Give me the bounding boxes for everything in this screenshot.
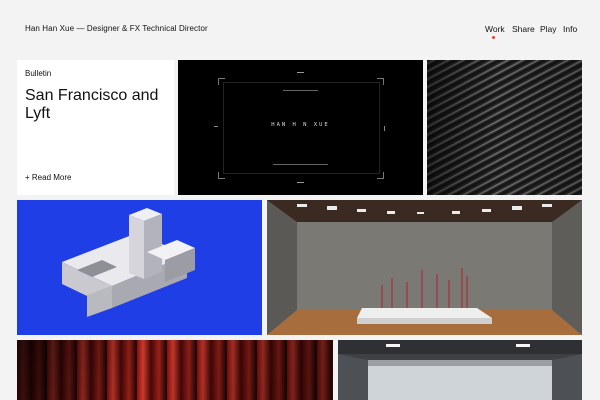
gallery-installation-image[interactable] bbox=[267, 200, 582, 335]
nav-play[interactable]: Play bbox=[540, 24, 557, 34]
tick-mark bbox=[384, 126, 385, 131]
tick-mark bbox=[214, 126, 218, 127]
room-view bbox=[338, 340, 582, 400]
tick-mark bbox=[297, 182, 304, 183]
nav-info[interactable]: Info bbox=[563, 24, 577, 34]
corner-mark bbox=[218, 78, 225, 85]
read-more-link[interactable]: + Read More bbox=[25, 173, 71, 182]
wave-stripes-image[interactable] bbox=[427, 60, 582, 195]
tick-mark bbox=[273, 164, 328, 165]
letters-sculpture bbox=[62, 208, 195, 317]
corner-mark bbox=[377, 172, 384, 179]
architecture-room-image[interactable] bbox=[338, 340, 582, 400]
dark-title-card[interactable]: HAN H N XUE bbox=[178, 60, 423, 195]
tick-mark bbox=[283, 90, 318, 91]
nav-share[interactable]: Share bbox=[512, 24, 535, 34]
bulletin-title[interactable]: San Francisco and Lyft bbox=[25, 87, 165, 123]
blue-3d-letters-image[interactable] bbox=[17, 200, 262, 335]
title-card-frame bbox=[223, 82, 380, 174]
bulletin-label: Bulletin bbox=[25, 69, 52, 78]
tick-mark bbox=[297, 72, 304, 73]
red-light-streaks-image[interactable] bbox=[17, 340, 333, 400]
corner-mark bbox=[377, 78, 384, 85]
active-nav-indicator bbox=[492, 36, 495, 39]
nav-work[interactable]: Work bbox=[485, 24, 505, 34]
corner-mark bbox=[218, 172, 225, 179]
site-title[interactable]: Han Han Xue — Designer & FX Technical Di… bbox=[25, 24, 208, 33]
gallery-room bbox=[267, 200, 582, 335]
bulletin-card[interactable]: Bulletin San Francisco and Lyft + Read M… bbox=[17, 60, 174, 195]
site-header: Han Han Xue — Designer & FX Technical Di… bbox=[0, 0, 600, 60]
